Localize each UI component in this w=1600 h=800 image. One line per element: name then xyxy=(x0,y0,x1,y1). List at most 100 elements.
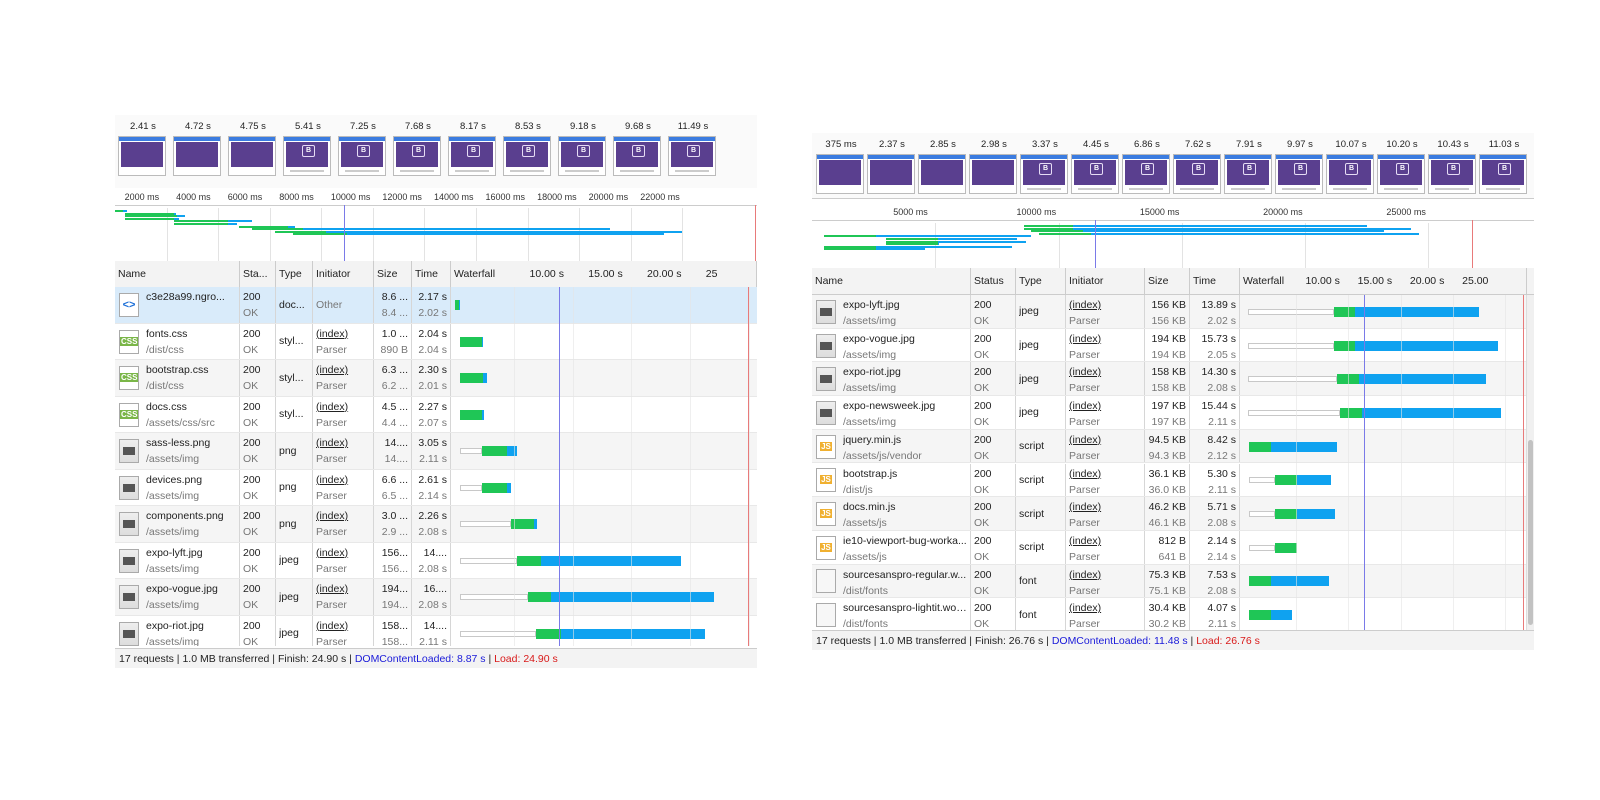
column-header-type[interactable]: Type xyxy=(276,261,313,287)
column-header-status[interactable]: Status xyxy=(971,268,1016,294)
waterfall-cell[interactable] xyxy=(451,287,757,323)
request-list-scrollbar[interactable] xyxy=(1526,295,1534,630)
initiator-link[interactable]: (index) xyxy=(1069,366,1141,378)
filmstrip-frame[interactable]: 4.75 s xyxy=(228,121,278,176)
initiator-link[interactable]: (index) xyxy=(316,620,370,632)
request-row[interactable]: JS ie10-viewport-bug-worka... /assets/js 20… xyxy=(812,530,1534,565)
waterfall-cell[interactable] xyxy=(451,616,757,647)
filmstrip-frame[interactable]: 8.17 s B xyxy=(448,121,498,176)
filmstrip-frame[interactable]: 2.41 s xyxy=(118,121,168,176)
request-row[interactable]: expo-riot.jpg/assets/img 200 OK jpeg (index)… xyxy=(812,362,1534,397)
filmstrip-frame[interactable]: 375 ms xyxy=(816,139,866,194)
filmstrip-frame[interactable]: 7.91 s B xyxy=(1224,139,1274,194)
waterfall-cell[interactable] xyxy=(1240,497,1527,530)
request-row[interactable]: CSS docs.css/assets/css/src 200 OK styl... (i… xyxy=(115,396,757,433)
column-header-time[interactable]: Time xyxy=(1190,268,1240,294)
request-row[interactable]: JS docs.min.js/assets/js 200 OK script (index… xyxy=(812,497,1534,531)
filmstrip-frame[interactable]: 10.07 s B xyxy=(1326,139,1376,194)
filmstrip-frame[interactable]: 7.62 s B xyxy=(1173,139,1223,194)
initiator-link[interactable]: (index) xyxy=(316,401,370,413)
column-header-initiator[interactable]: Initiator xyxy=(1066,268,1145,294)
filmstrip-frame[interactable]: 2.85 s xyxy=(918,139,968,194)
initiator-link[interactable]: (index) xyxy=(316,583,370,595)
initiator-link[interactable]: (index) xyxy=(1069,569,1141,581)
initiator-link[interactable]: (index) xyxy=(1069,468,1141,480)
request-row[interactable]: expo-riot.jpg/assets/img 200 OK jpeg (index)… xyxy=(115,615,757,647)
waterfall-cell[interactable] xyxy=(451,324,757,360)
filmstrip-frame[interactable]: 3.37 s B xyxy=(1020,139,1070,194)
request-row[interactable]: JS jquery.min.js/assets/js/vendor 200 OK scr… xyxy=(812,429,1534,464)
request-row[interactable]: expo-vogue.jpg/assets/img 200 OK jpeg (index… xyxy=(115,579,757,616)
initiator-link[interactable]: (index) xyxy=(316,364,370,376)
filmstrip-frame[interactable]: 4.72 s xyxy=(173,121,223,176)
waterfall-cell[interactable] xyxy=(451,397,757,433)
waterfall-cell[interactable] xyxy=(1240,295,1527,328)
initiator-link[interactable]: (index) xyxy=(1069,501,1141,513)
filmstrip-frame[interactable]: 9.18 s B xyxy=(558,121,608,176)
waterfall-cell[interactable] xyxy=(451,433,757,469)
filmstrip-frame[interactable]: 7.25 s B xyxy=(338,121,388,176)
filmstrip-frame[interactable]: 2.98 s xyxy=(969,139,1019,194)
initiator-link[interactable]: (index) xyxy=(316,547,370,559)
filmstrip-frame[interactable]: 10.43 s B xyxy=(1428,139,1478,194)
request-row[interactable]: expo-lyft.jpg/assets/img 200 OK jpeg (index)… xyxy=(115,542,757,579)
filmstrip-frame[interactable]: 8.53 s B xyxy=(503,121,553,176)
request-row[interactable]: expo-lyft.jpg/assets/img 200 OK jpeg (index)… xyxy=(812,295,1534,329)
filmstrip-frame[interactable]: 9.97 s B xyxy=(1275,139,1325,194)
request-row[interactable]: sourcesanspro-lightit.woff2/dist/fonts 20… xyxy=(812,598,1534,630)
waterfall-cell[interactable] xyxy=(451,579,757,615)
column-header-name[interactable]: Name xyxy=(115,261,240,287)
initiator-link[interactable]: (index) xyxy=(316,437,370,449)
initiator-link[interactable]: (index) xyxy=(1069,535,1141,547)
column-header-name[interactable]: Name xyxy=(812,268,971,294)
waterfall-cell[interactable] xyxy=(1240,329,1527,362)
waterfall-cell[interactable] xyxy=(1240,598,1527,630)
filmstrip-frame[interactable]: 6.86 s B xyxy=(1122,139,1172,194)
waterfall-cell[interactable] xyxy=(451,360,757,396)
waterfall-cell[interactable] xyxy=(1240,430,1527,463)
waterfall-cell[interactable] xyxy=(1240,464,1527,497)
waterfall-cell[interactable] xyxy=(451,543,757,579)
request-row[interactable]: components.png/assets/img 200 OK png (index)… xyxy=(115,506,757,543)
filmstrip-frame[interactable]: 4.45 s B xyxy=(1071,139,1121,194)
waterfall-cell[interactable] xyxy=(451,470,757,506)
initiator-link[interactable]: (index) xyxy=(1069,299,1141,311)
filmstrip-frame[interactable]: 11.03 s B xyxy=(1479,139,1529,194)
filmstrip-frame[interactable]: 9.68 s B xyxy=(613,121,663,176)
overview-timeline[interactable]: 5000 ms 10000 ms 15000 ms 20000 ms 25000 ms xyxy=(812,203,1534,269)
filmstrip-frame[interactable]: 2.37 s xyxy=(867,139,917,194)
column-header-status[interactable]: Sta... xyxy=(240,261,276,287)
initiator-link[interactable]: (index) xyxy=(1069,602,1141,614)
request-row[interactable]: sourcesanspro-regular.w... /dist/fonts 200… xyxy=(812,564,1534,599)
waterfall-cell[interactable] xyxy=(1240,565,1527,598)
initiator-link[interactable]: (index) xyxy=(1069,400,1141,412)
waterfall-cell[interactable] xyxy=(1240,531,1527,564)
filmstrip-frame[interactable]: 7.68 s B xyxy=(393,121,443,176)
column-header-size[interactable]: Size xyxy=(1145,268,1190,294)
request-row[interactable]: devices.png/assets/img 200 OK png (index) Par… xyxy=(115,469,757,506)
filmstrip-frame[interactable]: 10.20 s B xyxy=(1377,139,1427,194)
request-row[interactable]: expo-newsweek.jpg/assets/img 200 OK jpeg (in… xyxy=(812,396,1534,430)
initiator-link[interactable]: (index) xyxy=(316,328,370,340)
waterfall-cell[interactable] xyxy=(1240,396,1527,429)
initiator-link[interactable]: (index) xyxy=(316,474,370,486)
waterfall-cell[interactable] xyxy=(451,506,757,542)
request-row[interactable]: sass-less.png/assets/img 200 OK png (index) P… xyxy=(115,433,757,470)
waterfall-cell[interactable] xyxy=(1240,362,1527,395)
scrollbar-thumb[interactable] xyxy=(1528,440,1533,625)
column-header-type[interactable]: Type xyxy=(1016,268,1066,294)
request-row[interactable]: CSS fonts.css/dist/css 200 OK styl... (index)… xyxy=(115,323,757,360)
request-row[interactable]: expo-vogue.jpg/assets/img 200 OK jpeg (index… xyxy=(812,328,1534,363)
request-row[interactable]: JS bootstrap.js/dist/js 200 OK script (index)… xyxy=(812,463,1534,498)
request-row[interactable]: <> c3e28a99.ngro... 200 OK doc... Other 8.6 ..… xyxy=(115,287,757,324)
overview-timeline[interactable]: 2000 ms 4000 ms 6000 ms 8000 ms 10000 ms 1200… xyxy=(115,188,757,262)
initiator-link[interactable]: (index) xyxy=(1069,333,1141,345)
initiator-link[interactable]: (index) xyxy=(1069,434,1141,446)
column-header-initiator[interactable]: Initiator xyxy=(313,261,374,287)
request-row[interactable]: CSS bootstrap.css/dist/css 200 OK styl... (in… xyxy=(115,360,757,397)
filmstrip-frame[interactable]: 11.49 s B xyxy=(668,121,718,176)
filmstrip-frame[interactable]: 5.41 s B xyxy=(283,121,333,176)
column-header-size[interactable]: Size xyxy=(374,261,412,287)
column-header-time[interactable]: Time xyxy=(412,261,451,287)
initiator-link[interactable]: (index) xyxy=(316,510,370,522)
